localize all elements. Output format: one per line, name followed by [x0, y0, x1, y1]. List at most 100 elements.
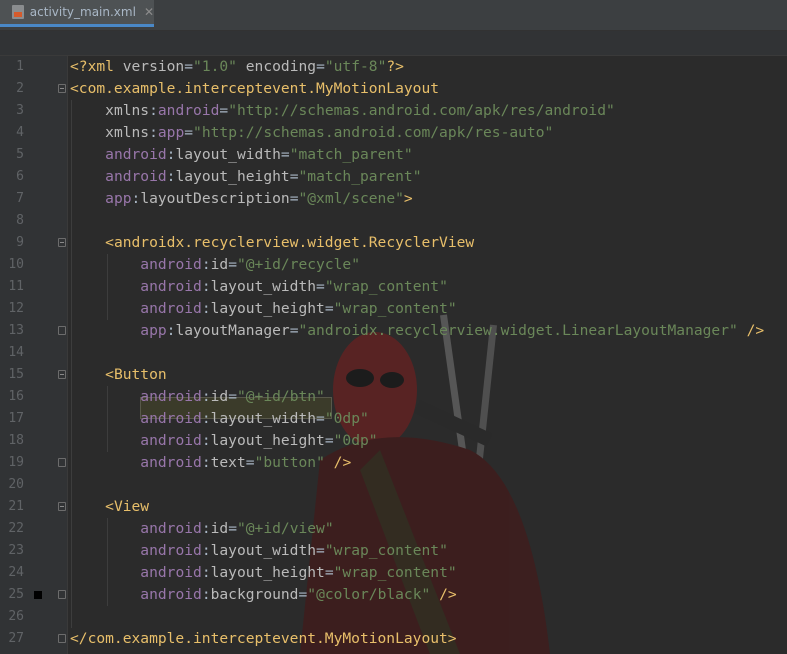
token-ns: app: [140, 322, 167, 339]
code-line[interactable]: 26: [0, 606, 787, 628]
fold-marker-icon[interactable]: [58, 238, 66, 247]
code-line[interactable]: 6 android:layout_height="match_parent": [0, 166, 787, 188]
token-plain: =: [324, 564, 334, 581]
code-line[interactable]: 12 android:layout_height="wrap_content": [0, 298, 787, 320]
code-text: android:layout_width="match_parent": [70, 144, 413, 166]
token-ns: android: [140, 564, 202, 581]
fold-marker-icon[interactable]: [58, 370, 66, 379]
token-plain: =: [289, 168, 299, 185]
token-tag: <View: [105, 498, 150, 515]
token-ns: app: [157, 124, 185, 141]
token-ns: android: [140, 520, 202, 537]
code-line[interactable]: 20: [0, 474, 787, 496]
line-number: 8: [16, 213, 24, 228]
token-plain: :: [131, 190, 141, 207]
token-attr: layout_width: [210, 278, 317, 295]
token-attr: xmlns: [105, 124, 150, 141]
code-line[interactable]: 23 android:layout_width="wrap_content": [0, 540, 787, 562]
token-ns: android: [140, 542, 202, 559]
code-text: android:layout_height="0dp": [70, 430, 378, 452]
token-val: "utf-8": [324, 58, 387, 75]
code-line[interactable]: 15 <Button: [0, 364, 787, 386]
token-attr: layout_width: [175, 146, 281, 163]
code-line[interactable]: 10 android:id="@+id/recycle": [0, 254, 787, 276]
fold-marker-icon[interactable]: [58, 458, 66, 467]
fold-marker-icon[interactable]: [58, 590, 66, 599]
code-line[interactable]: 4 xmlns:app="http://schemas.android.com/…: [0, 122, 787, 144]
token-plain: :: [201, 520, 211, 537]
code-line[interactable]: 19 android:text="button" />: [0, 452, 787, 474]
code-text: android:id="@+id/view": [70, 518, 333, 540]
fold-marker-icon[interactable]: [58, 634, 66, 643]
token-tag: ?>: [386, 58, 404, 75]
token-ns: android: [140, 432, 202, 449]
code-line[interactable]: 5 android:layout_width="match_parent": [0, 144, 787, 166]
token-plain: =: [316, 410, 325, 427]
token-ns: android: [105, 168, 167, 185]
code-text: app:layoutDescription="@xml/scene">: [70, 188, 413, 210]
tab-activity-main[interactable]: activity_main.xml ✕: [0, 0, 154, 27]
token-attr: xmlns: [105, 102, 150, 119]
code-text: android:layout_width="wrap_content": [70, 540, 448, 562]
code-text: android:background="@color/black" />: [70, 584, 456, 606]
line-number: 9: [16, 235, 24, 250]
line-number: 20: [8, 477, 24, 492]
code-line[interactable]: 22 android:id="@+id/view": [0, 518, 787, 540]
code-line[interactable]: 24 android:layout_height="wrap_content": [0, 562, 787, 584]
code-text: </com.example.interceptevent.MyMotionLay…: [70, 628, 457, 650]
code-line[interactable]: 16 android:id="@+id/btn": [0, 386, 787, 408]
token-val: "0dp": [333, 432, 378, 449]
token-val: "wrap_content": [324, 542, 448, 559]
code-line[interactable]: 7 app:layoutDescription="@xml/scene">: [0, 188, 787, 210]
fold-marker-icon[interactable]: [58, 84, 66, 93]
line-number: 10: [8, 257, 24, 272]
bookmark-icon[interactable]: [34, 591, 42, 599]
code-line[interactable]: 3 xmlns:android="http://schemas.android.…: [0, 100, 787, 122]
line-number: 3: [16, 103, 24, 118]
token-val: "wrap_content": [333, 564, 457, 581]
line-number: 21: [8, 499, 24, 514]
fold-marker-icon[interactable]: [58, 326, 66, 335]
close-icon[interactable]: ✕: [144, 5, 154, 19]
code-line[interactable]: 11 android:layout_width="wrap_content": [0, 276, 787, 298]
code-line[interactable]: 13 app:layoutManager="androidx.recyclerv…: [0, 320, 787, 342]
code-line[interactable]: 14: [0, 342, 787, 364]
code-line[interactable]: 1 <?xml version="1.0" encoding="utf-8"?>: [0, 56, 787, 78]
fold-marker-icon[interactable]: [58, 502, 66, 511]
code-line[interactable]: 2 <com.example.interceptevent.MyMotionLay…: [0, 78, 787, 100]
code-line[interactable]: 8: [0, 210, 787, 232]
token-ns: android: [140, 586, 202, 603]
code-line[interactable]: 18 android:layout_height="0dp": [0, 430, 787, 452]
token-plain: =: [324, 300, 334, 317]
code-editor[interactable]: 1 <?xml version="1.0" encoding="utf-8"?> 2…: [0, 56, 787, 654]
code-line[interactable]: 21 <View: [0, 496, 787, 518]
token-plain: :: [201, 278, 211, 295]
token-plain: =: [184, 58, 194, 75]
code-line[interactable]: 17 android:layout_width="0dp": [0, 408, 787, 430]
token-val: "http://schemas.android.com/apk/res-auto…: [193, 124, 554, 141]
line-number: 25: [8, 587, 24, 602]
line-number: 14: [8, 345, 24, 360]
token-plain: :: [201, 564, 211, 581]
token-plain: =: [228, 256, 237, 273]
token-tag: <androidx.recyclerview.widget.RecyclerVi…: [105, 234, 475, 251]
token-val: "androidx.recyclerview.widget.LinearLayo…: [298, 322, 738, 339]
code-line[interactable]: 9 <androidx.recyclerview.widget.Recycler…: [0, 232, 787, 254]
token-ns: android: [140, 454, 202, 471]
code-line[interactable]: 27 </com.example.interceptevent.MyMotionL…: [0, 628, 787, 650]
token-tag: >: [403, 190, 413, 207]
token-ns: android: [140, 278, 202, 295]
code-line[interactable]: 25 android:background="@color/black" />: [0, 584, 787, 606]
